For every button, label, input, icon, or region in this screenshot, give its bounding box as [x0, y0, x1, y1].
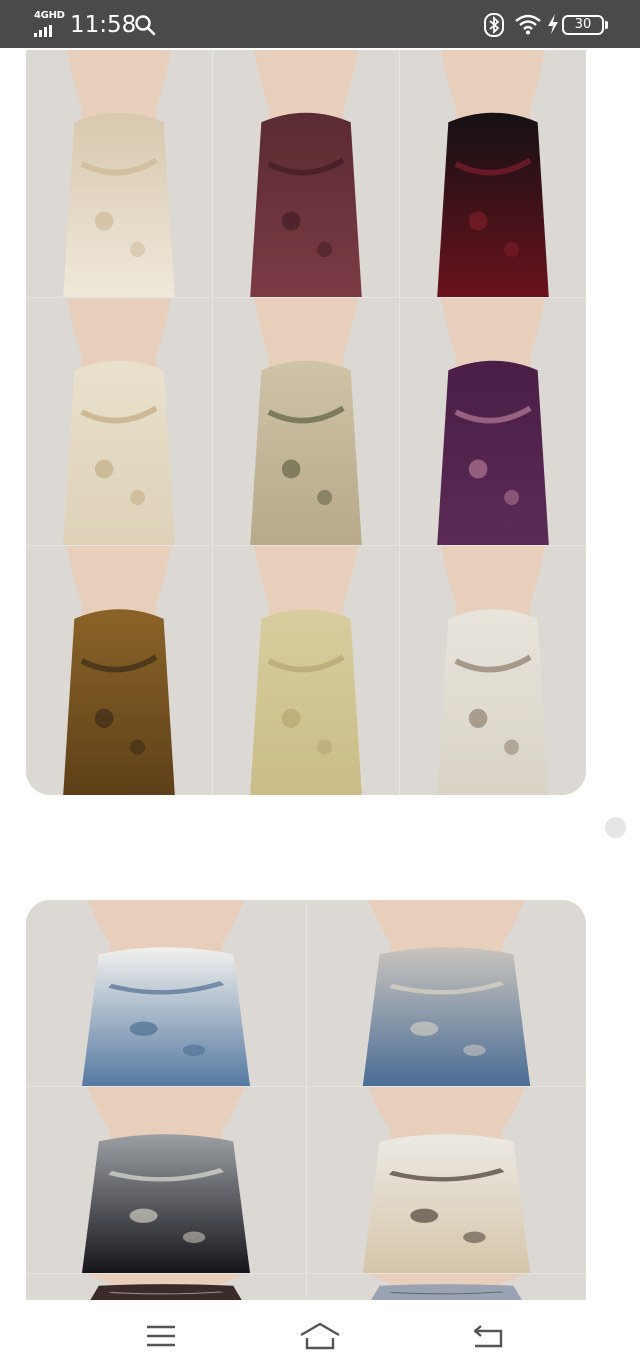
outfit-image[interactable]: [26, 546, 212, 795]
menu-icon: [147, 1325, 175, 1347]
outfit-image[interactable]: [26, 1274, 306, 1300]
image-grid-card-2[interactable]: [26, 900, 586, 1300]
status-bar: 4GHD 11:58 30: [0, 0, 640, 48]
outfit-image[interactable]: [400, 298, 586, 545]
navigation-bar: [0, 1300, 640, 1372]
outfit-image[interactable]: [307, 1087, 586, 1273]
outfit-image[interactable]: [307, 1274, 586, 1300]
back-button[interactable]: [463, 1316, 513, 1356]
battery-icon: 30: [562, 15, 608, 35]
outfit-image[interactable]: [213, 50, 399, 297]
outfit-image[interactable]: [400, 50, 586, 297]
outfit-image[interactable]: [213, 298, 399, 545]
network-indicator: 4GHD: [34, 10, 65, 38]
outfit-image[interactable]: [213, 546, 399, 795]
outfit-image[interactable]: [26, 298, 212, 545]
menu-button[interactable]: [136, 1316, 186, 1356]
outfit-image[interactable]: [26, 900, 306, 1086]
home-button[interactable]: [295, 1316, 345, 1356]
scroll-indicator: [605, 817, 626, 838]
outfit-image[interactable]: [26, 50, 212, 297]
signal-icon: [34, 25, 60, 37]
home-icon: [300, 1322, 340, 1350]
outfit-image[interactable]: [307, 900, 586, 1086]
outfit-image[interactable]: [26, 1087, 306, 1273]
outfit-image[interactable]: [400, 546, 586, 795]
image-grid-card-1[interactable]: [26, 50, 586, 795]
charging-bolt-icon: [548, 14, 558, 34]
network-label: 4GHD: [34, 10, 65, 21]
status-time: 11:58: [70, 12, 137, 38]
outfit-image-grid: [26, 900, 586, 1300]
battery-level: 30: [574, 17, 592, 32]
search-icon: [135, 15, 156, 36]
bluetooth-icon: [484, 13, 504, 37]
back-icon: [473, 1325, 503, 1348]
wifi-icon: [515, 14, 541, 35]
dress-image-grid: [26, 50, 586, 795]
